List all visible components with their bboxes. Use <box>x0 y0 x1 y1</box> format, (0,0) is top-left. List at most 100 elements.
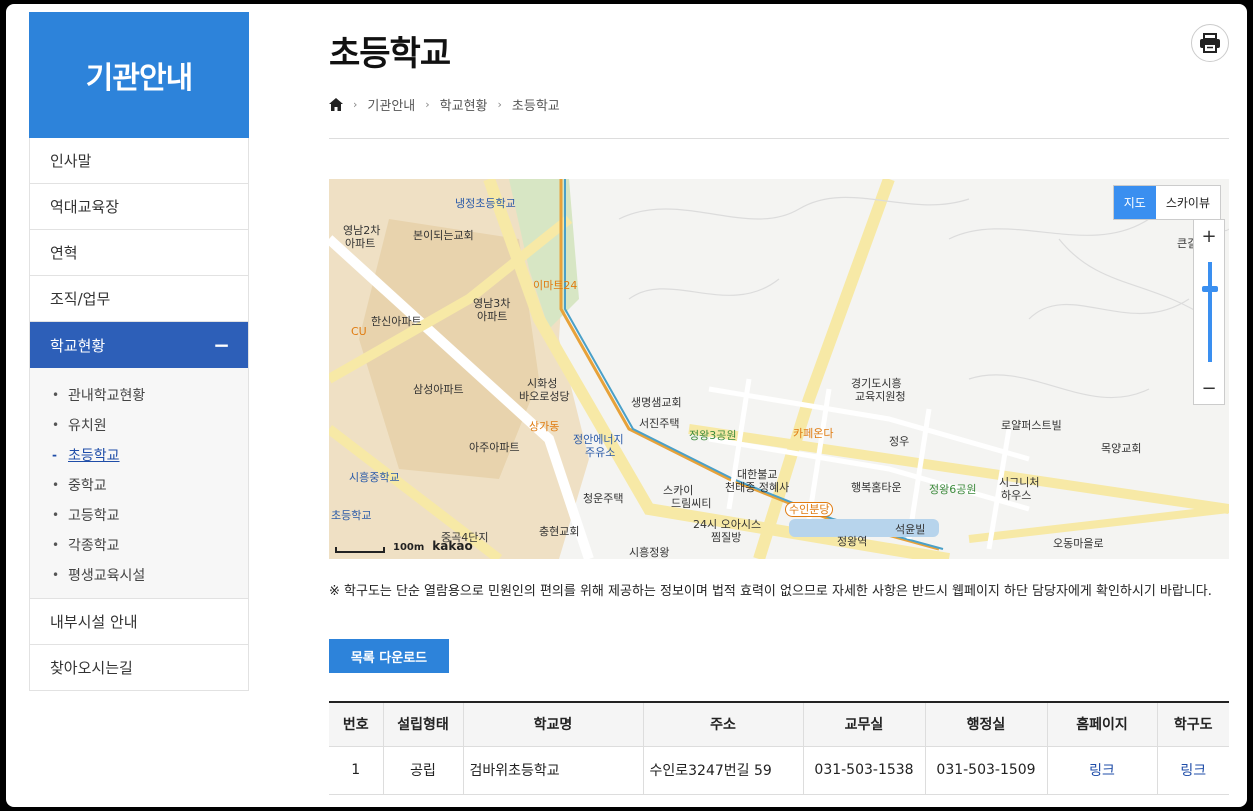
map-label: 정우 <box>889 435 910 448</box>
zoom-in-button[interactable]: + <box>1194 220 1224 252</box>
map-label: 청운주택 <box>583 492 624 505</box>
chevron-right-icon: › <box>425 98 430 111</box>
map-label: 하우스 <box>1001 489 1032 502</box>
dash-icon: - <box>52 448 57 462</box>
map-label: 드림씨티 <box>671 497 712 510</box>
chevron-right-icon: › <box>497 98 502 111</box>
page-title: 초등학교 <box>329 34 451 74</box>
col-header: 학교명 <box>463 701 644 747</box>
submenu-item-middle[interactable]: • 중학교 <box>30 470 248 500</box>
district-map-link[interactable]: 링크 <box>1180 763 1206 779</box>
submenu-label: 초등학교 <box>68 448 120 464</box>
submenu-label: 고등학교 <box>68 508 120 524</box>
kakao-logo: kakao <box>432 539 473 553</box>
cell-office-phone: 031-503-1538 <box>803 746 926 795</box>
sidebar-item-school-status[interactable]: 학교현황 − <box>30 322 248 368</box>
submenu-item-misc[interactable]: • 각종학교 <box>30 530 248 560</box>
map-label: 로얄퍼스트빌 <box>1001 419 1062 432</box>
submenu-item-local-schools[interactable]: • 관내학교현황 <box>30 380 248 410</box>
map-label: 행복홈타운 <box>851 481 902 494</box>
breadcrumb-item-current: 초등학교 <box>511 99 560 114</box>
zoom-knob[interactable] <box>1202 286 1218 292</box>
map-label: 충현교회 <box>539 525 580 538</box>
page-frame: 기관안내 인사말 역대교육장 연혁 조직/업무 학교현황 − • 관내학교현황 •… <box>6 4 1247 807</box>
notice-text: ※ 학구도는 단순 열람용으로 민원인의 편의를 위해 제공하는 정보이며 법적… <box>329 584 1212 599</box>
bullet-icon: • <box>52 478 60 492</box>
breadcrumb-item[interactable]: 기관안내 <box>367 95 415 114</box>
scale-label: 100m <box>393 542 425 553</box>
breadcrumb: › 기관안내 › 학교현황 › 초등학교 <box>329 95 1229 139</box>
map-label: 본이되는교회 <box>413 229 474 242</box>
map-label: 냉정초등학교 <box>455 197 516 210</box>
main-content: 초등학교 › 기관안내 › 학교현황 › 초등학교 냉정초등학교 영남2차 아파… <box>329 12 1229 795</box>
map-label: 석윤빌 <box>895 523 926 536</box>
map-label: 정안에너지 <box>573 433 624 446</box>
map-type-toggle: 지도 스카이뷰 <box>1112 185 1221 220</box>
map-label: 삼성아파트 <box>413 383 464 396</box>
map-label: 시그니처 <box>999 476 1040 489</box>
map-label: 스카이 <box>663 484 694 497</box>
cell-type: 공립 <box>383 746 464 795</box>
sidebar-item-label: 학교현황 <box>50 336 106 355</box>
zoom-slider[interactable] <box>1194 252 1224 372</box>
sidebar-item-superintendents[interactable]: 역대교육장 <box>30 184 248 230</box>
table-row: 1 공립 검바위초등학교 수인로3247번길 59 031-503-1538 0… <box>329 746 1229 795</box>
map-label: 카페온다 <box>793 427 834 440</box>
map-label: 초등학교 <box>331 509 372 522</box>
home-icon[interactable] <box>329 98 343 111</box>
school-district-map[interactable]: 냉정초등학교 영남2차 아파트 본이되는교회 이마트24 영남3차 아파트 CU… <box>329 179 1229 559</box>
map-label: 주유소 <box>585 446 616 459</box>
bullet-icon: • <box>52 508 60 522</box>
bullet-icon: • <box>52 568 60 582</box>
map-label: 아주아파트 <box>469 441 520 454</box>
map-label: 24시 오아시스 <box>693 518 762 531</box>
col-header: 학구도 <box>1157 701 1229 747</box>
map-type-skyview-button[interactable]: 스카이뷰 <box>1156 186 1220 219</box>
breadcrumb-item[interactable]: 학교현황 <box>440 95 488 114</box>
chevron-right-icon: › <box>353 98 358 111</box>
homepage-link[interactable]: 링크 <box>1089 763 1115 779</box>
sidebar-item-directions[interactable]: 찾아오시는길 <box>30 645 248 691</box>
sidebar-item-facilities[interactable]: 내부시설 안내 <box>30 599 248 645</box>
download-list-button[interactable]: 목록 다운로드 <box>329 639 449 673</box>
map-label: 한신아파트 <box>371 315 422 328</box>
col-header: 홈페이지 <box>1047 701 1158 747</box>
bullet-icon: • <box>52 538 60 552</box>
bullet-icon: • <box>52 418 60 432</box>
sidebar-item-history[interactable]: 연혁 <box>30 230 248 276</box>
submenu-item-kindergarten[interactable]: • 유치원 <box>30 410 248 440</box>
col-header: 행정실 <box>925 701 1048 747</box>
sidebar-item-greeting[interactable]: 인사말 <box>30 138 248 184</box>
collapse-icon[interactable]: − <box>213 333 230 357</box>
submenu-label: 각종학교 <box>68 538 120 554</box>
submenu-label: 관내학교현황 <box>68 388 146 404</box>
map-label: 오동마을로 <box>1053 537 1104 550</box>
bullet-icon: • <box>52 388 60 402</box>
map-label: 바오로성당 <box>519 390 570 403</box>
map-label: CU <box>351 325 367 338</box>
map-label: 정왕역 <box>837 535 868 548</box>
map-label: 정왕6공원 <box>929 483 977 496</box>
sidebar-title: 기관안내 <box>29 12 249 138</box>
sidebar-item-organization[interactable]: 조직/업무 <box>30 276 248 322</box>
zoom-out-button[interactable]: − <box>1194 372 1224 404</box>
submenu-item-lifelong[interactable]: • 평생교육시설 <box>30 560 248 590</box>
col-header: 번호 <box>329 701 384 747</box>
map-label: 목양교회 <box>1101 442 1142 455</box>
print-button[interactable] <box>1191 24 1229 62</box>
submenu-item-elementary[interactable]: - 초등학교 <box>30 440 248 470</box>
col-header: 주소 <box>643 701 804 747</box>
map-label: 이마트24 <box>533 279 578 292</box>
map-label: 상가동 <box>529 420 560 433</box>
zoom-rail <box>1208 262 1212 362</box>
map-label: 아파트 <box>345 237 376 250</box>
col-header: 설립형태 <box>383 701 464 747</box>
submenu-item-high[interactable]: • 고등학교 <box>30 500 248 530</box>
map-label: 서진주택 <box>639 417 680 430</box>
sidebar-submenu: • 관내학교현황 • 유치원 - 초등학교 • 중학교 • 고등학교 • 각종학교 • 평생교… <box>30 368 248 599</box>
map-label: 생명샘교회 <box>631 396 682 409</box>
scale-bar-line <box>335 547 385 553</box>
cell-school-name: 검바위초등학교 <box>463 746 644 795</box>
map-type-map-button[interactable]: 지도 <box>1113 186 1156 219</box>
cell-admin-phone: 031-503-1509 <box>925 746 1048 795</box>
